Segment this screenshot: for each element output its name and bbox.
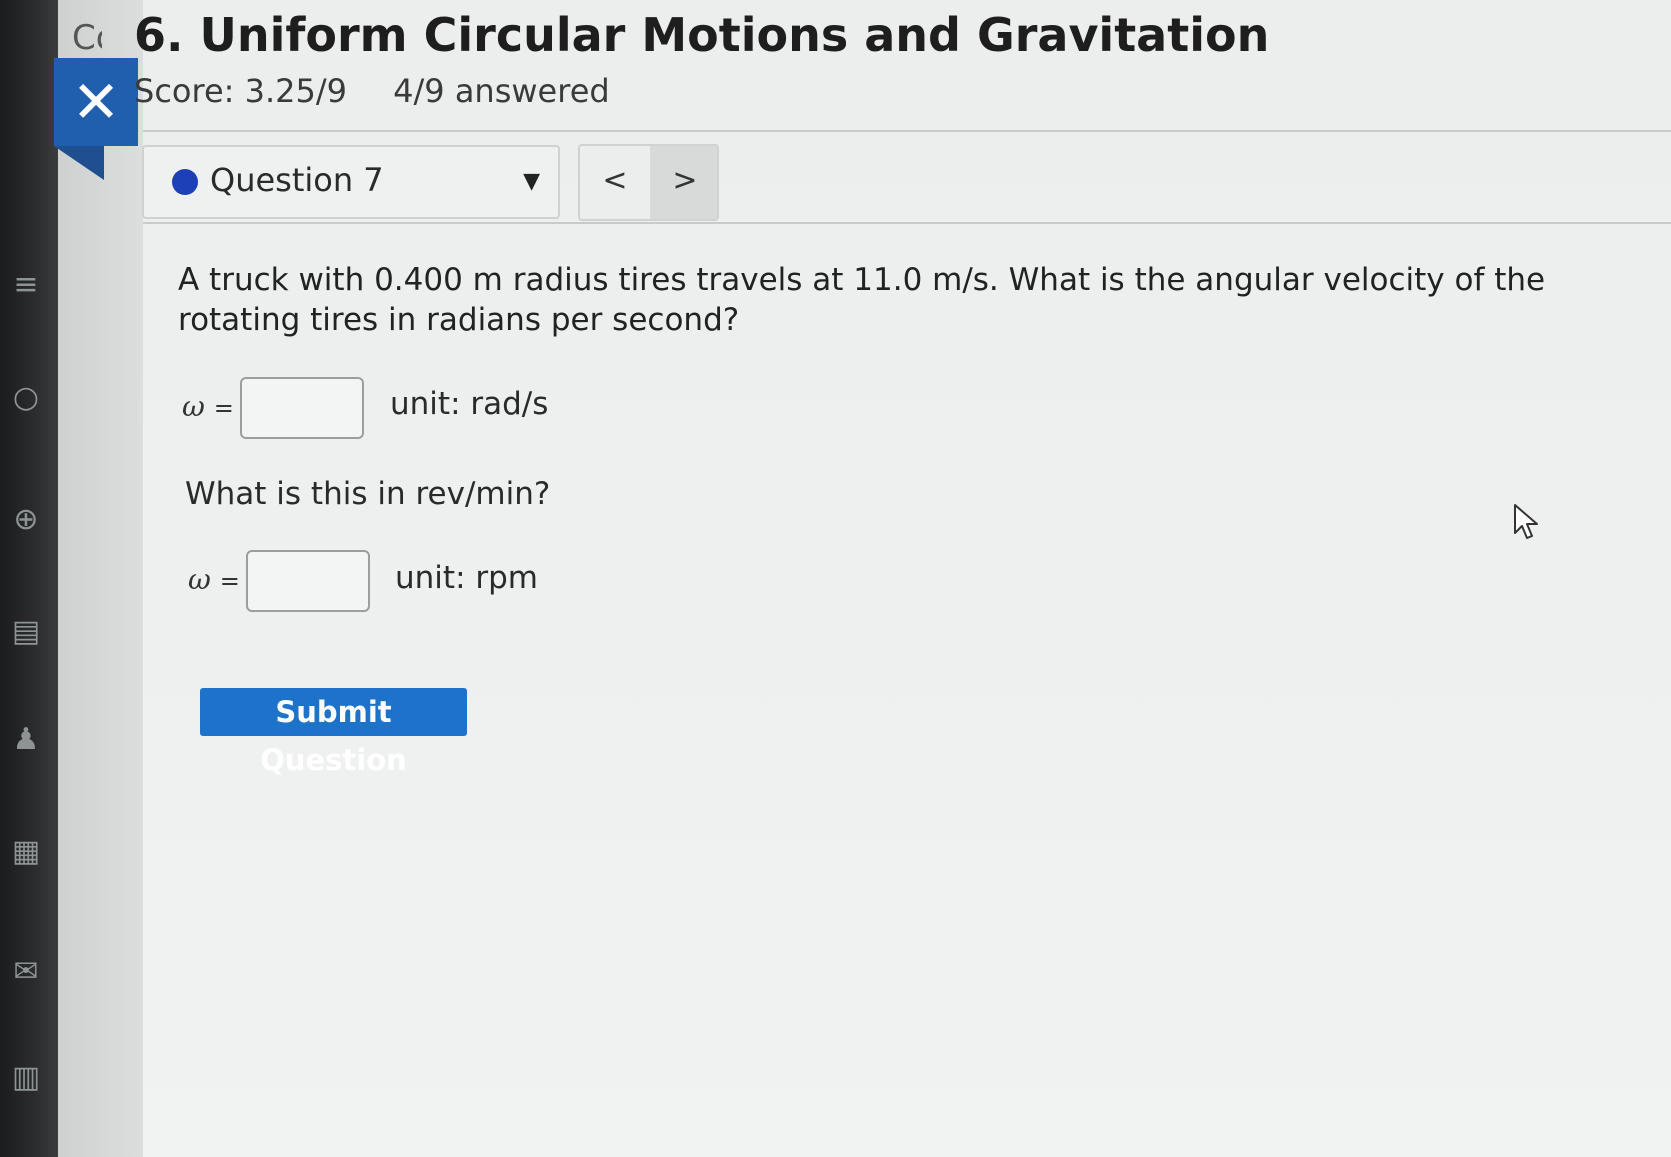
submit-question-button[interactable]: Submit Question	[200, 688, 467, 777]
answered-count: 4/9 answered	[393, 72, 610, 110]
score-line: Score: 3.25/9 4/9 answered	[134, 72, 646, 110]
omega-symbol: ω	[182, 390, 205, 423]
previous-question-button[interactable]: <	[580, 146, 651, 219]
close-button-flag	[54, 146, 104, 180]
close-icon: ✕	[71, 68, 121, 136]
people-icon[interactable]: ♟	[6, 720, 46, 760]
list-icon[interactable]: ≡	[6, 265, 46, 305]
document-icon[interactable]: ▤	[6, 612, 46, 652]
next-question-button[interactable]: >	[650, 146, 717, 219]
course-prefix: Co	[72, 18, 102, 58]
sub-question-text: What is this in rev/min?	[185, 476, 551, 512]
omega-label-2: ω =	[188, 563, 240, 596]
angular-velocity-rpm-input[interactable]	[246, 550, 370, 612]
search-icon[interactable]: ○	[6, 378, 46, 418]
question-selector[interactable]: Question 7 ▼	[142, 145, 560, 219]
left-sidebar: ≡ ○ ⊕ ▤ ♟ ▦ ✉ ▥	[0, 0, 58, 1157]
angular-velocity-rad-input[interactable]	[240, 377, 364, 439]
omega-label-1: ω =	[182, 390, 234, 423]
score-text: Score: 3.25/9	[134, 72, 347, 110]
calendar-icon[interactable]: ▦	[6, 832, 46, 872]
page-title: 6. Uniform Circular Motions and Gravitat…	[134, 8, 1270, 62]
caret-down-icon: ▼	[523, 169, 540, 194]
question-nav-group: < >	[578, 144, 719, 221]
mouse-pointer-icon	[1514, 504, 1538, 539]
close-button[interactable]: ✕	[54, 58, 138, 146]
globe-icon[interactable]: ⊕	[6, 500, 46, 540]
question-status-dot	[172, 169, 198, 195]
omega-symbol: ω	[188, 563, 211, 596]
equals-sign: =	[219, 567, 240, 595]
unit-label-rpm: unit: rpm	[395, 560, 538, 596]
equals-sign: =	[213, 394, 234, 422]
header-divider	[143, 130, 1671, 132]
notes-icon[interactable]: ▥	[6, 1058, 46, 1098]
unit-label-rad-s: unit: rad/s	[390, 386, 549, 422]
mail-icon[interactable]: ✉	[6, 952, 46, 992]
nav-divider	[143, 222, 1671, 224]
question-selector-label: Question 7	[210, 161, 384, 199]
question-text: A truck with 0.400 m radius tires travel…	[178, 262, 1546, 338]
